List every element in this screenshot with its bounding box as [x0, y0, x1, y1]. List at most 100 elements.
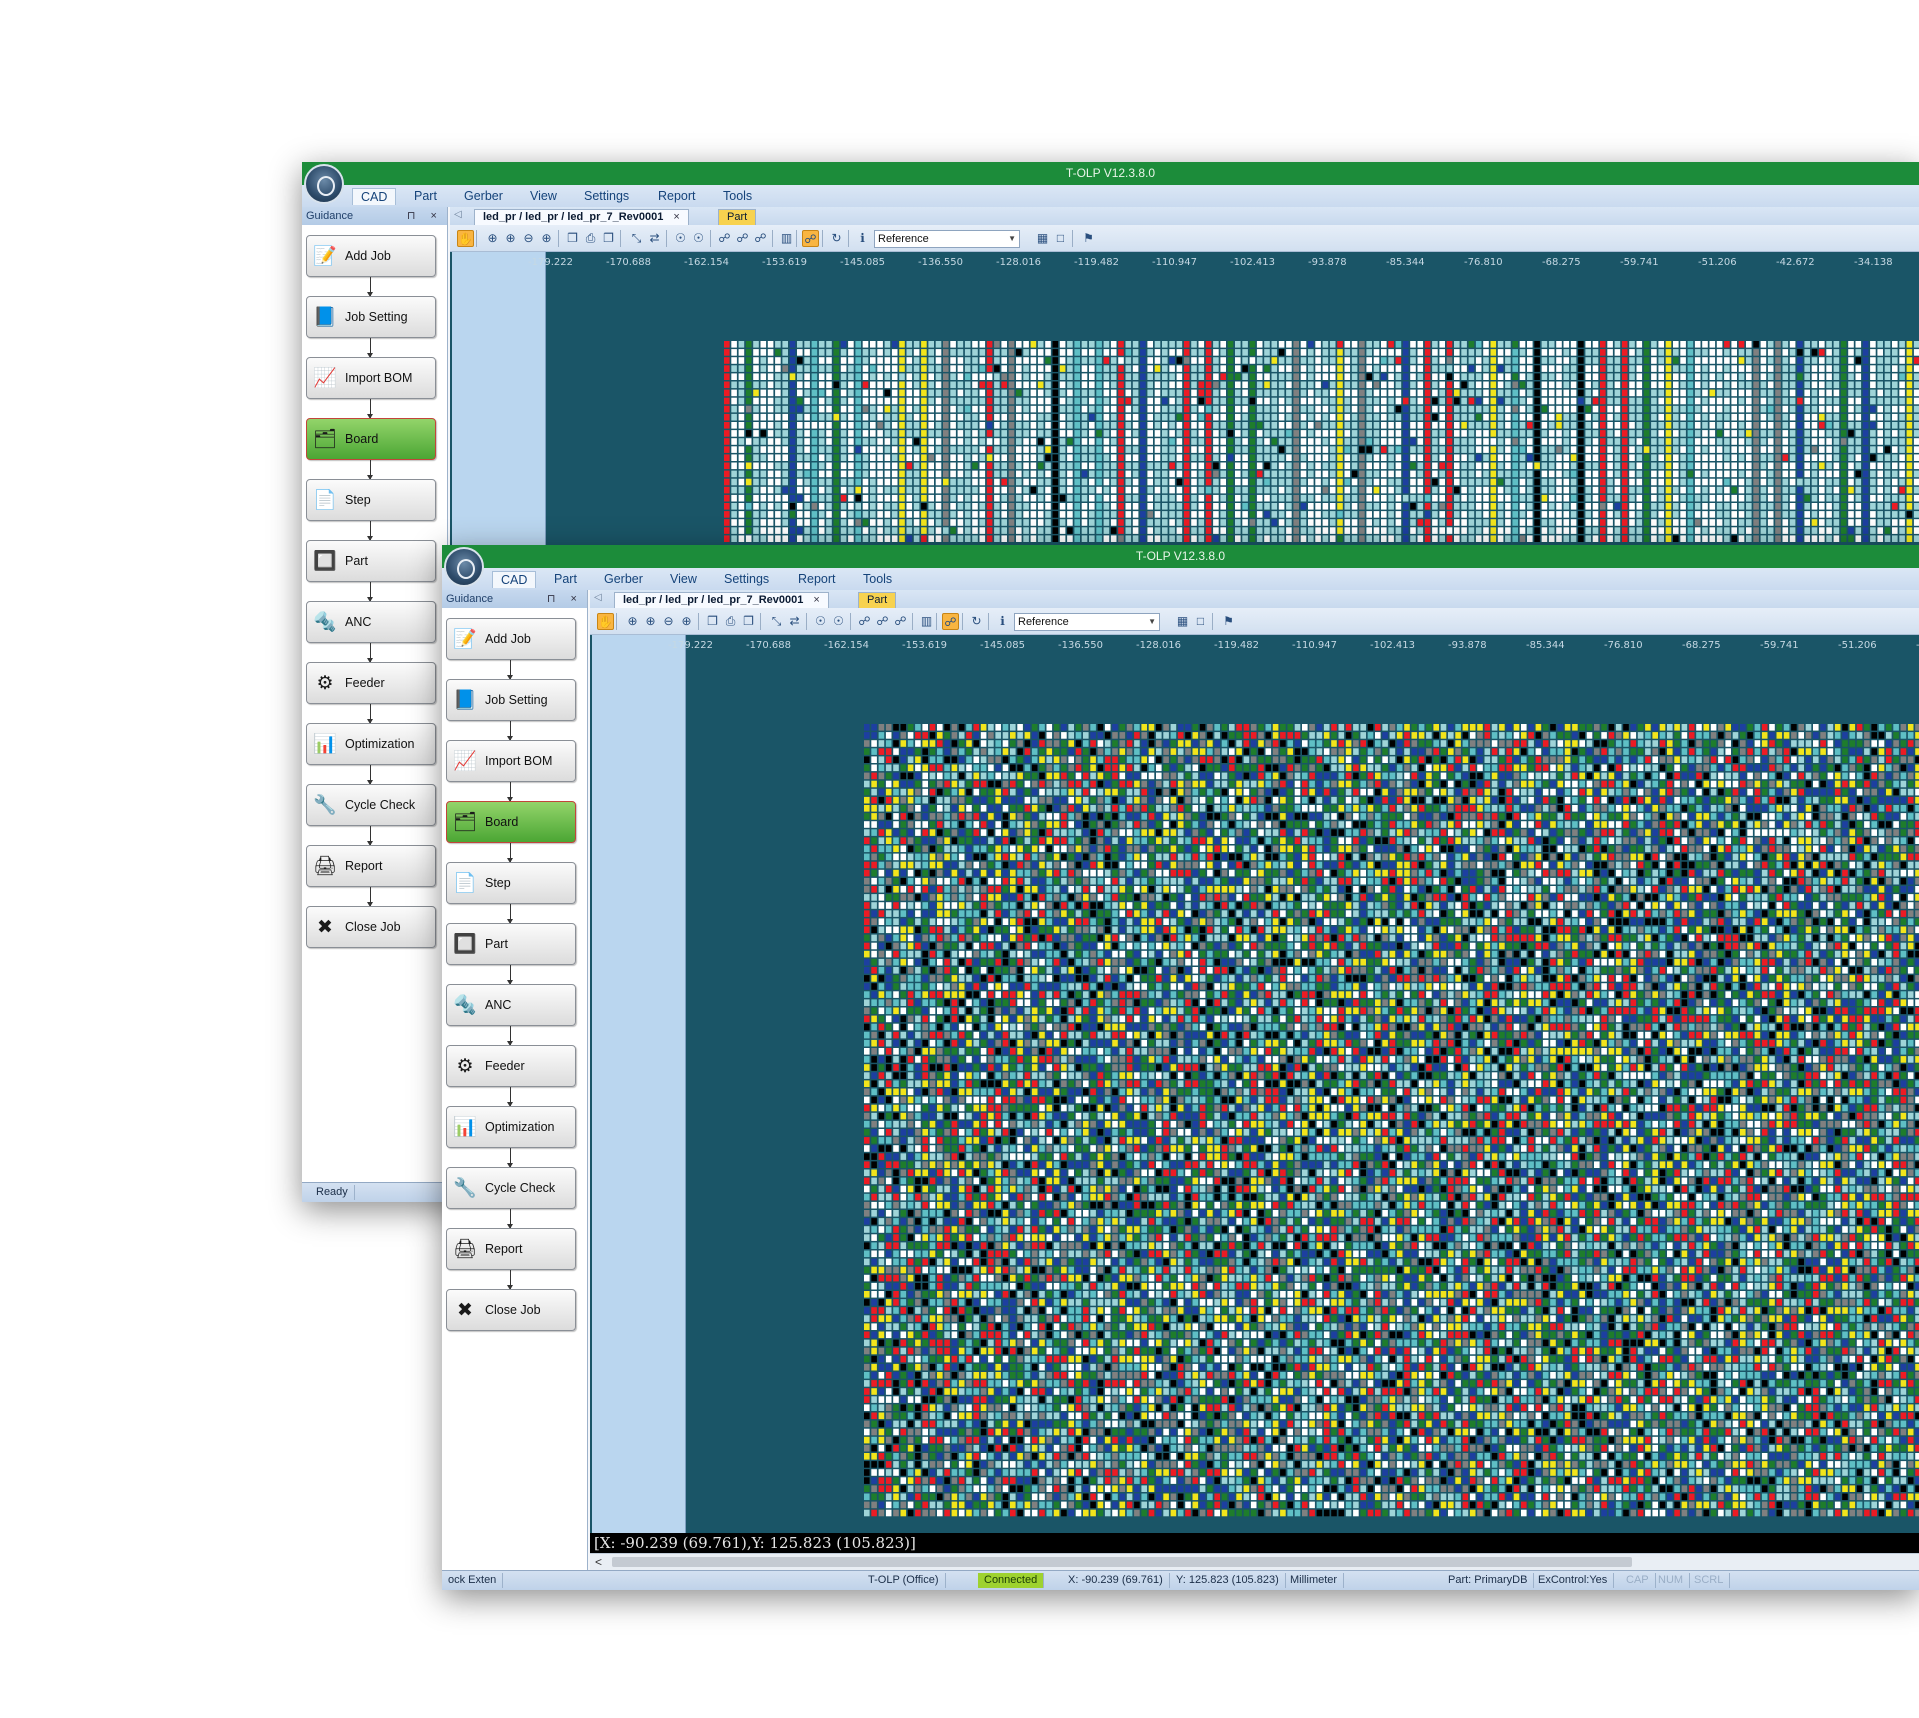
menu-report[interactable]: Report [650, 188, 704, 205]
flag-icon[interactable]: ⚑ [1220, 613, 1237, 630]
board-canvas[interactable]: -179.222 -170.688 -162.154 -153.619 -145.085… [590, 635, 1919, 1533]
step-close-job-button[interactable]: ✖ Close Job [306, 906, 436, 948]
board-pad-grid[interactable] [724, 341, 1919, 551]
info-icon[interactable]: ℹ [994, 613, 1011, 630]
menu-tools[interactable]: Tools [715, 188, 760, 205]
menu-view[interactable]: View [662, 571, 705, 588]
align-icon[interactable]: ⇄ [646, 230, 663, 247]
reference-select[interactable]: Reference ▼ [1014, 613, 1160, 631]
highlight-icon[interactable]: ☍ [942, 613, 959, 630]
menu-settings[interactable]: Settings [576, 188, 637, 205]
menu-tools[interactable]: Tools [855, 571, 900, 588]
align-icon[interactable]: ⇄ [786, 613, 803, 630]
step-anc-button[interactable]: 🔩 ANC [446, 984, 576, 1026]
copy-icon[interactable]: ❐ [704, 613, 721, 630]
menu-part[interactable]: Part [406, 188, 445, 205]
link3-icon[interactable]: ☍ [892, 613, 909, 630]
panel-pin-close-icon[interactable]: ⊓ × [407, 207, 443, 225]
step-import-bom-button[interactable]: 📈 Import BOM [446, 740, 576, 782]
link-icon[interactable]: ☍ [716, 230, 733, 247]
link-icon[interactable]: ☍ [856, 613, 873, 630]
print-icon[interactable]: ⎙ [582, 230, 599, 247]
menu-cad[interactable]: CAD [352, 188, 397, 205]
link2-icon[interactable]: ☍ [874, 613, 891, 630]
menu-part[interactable]: Part [546, 571, 585, 588]
link3-icon[interactable]: ☍ [752, 230, 769, 247]
step-feeder-button[interactable]: ⚙ Feeder [306, 662, 436, 704]
search-icon[interactable]: ☉ [690, 230, 707, 247]
zoom-fit-icon[interactable]: ⊕ [678, 613, 695, 630]
scrollbar-thumb[interactable] [612, 1557, 1632, 1567]
zoom-out-icon[interactable]: ⊖ [520, 230, 537, 247]
step-add-job-button[interactable]: 📝 Add Job [446, 618, 576, 660]
grid-icon[interactable]: ▦ [1174, 613, 1191, 630]
zoom-out-icon[interactable]: ⊖ [660, 613, 677, 630]
grid-icon[interactable]: ▦ [1034, 230, 1051, 247]
move-icon[interactable]: ⤡ [628, 230, 645, 247]
tab-close-icon[interactable]: × [673, 211, 679, 223]
export-icon[interactable]: ❐ [600, 230, 617, 247]
reference-select[interactable]: Reference ▼ [874, 230, 1020, 248]
step-optimization-button[interactable]: 📊 Optimization [446, 1106, 576, 1148]
find-icon[interactable]: ☉ [812, 613, 829, 630]
horizontal-scrollbar[interactable]: < [590, 1553, 1919, 1570]
step-report-button[interactable]: 🖨 Report [446, 1228, 576, 1270]
zoom-window-icon[interactable]: ⊕ [642, 613, 659, 630]
step-step-button[interactable]: 📄 Step [306, 479, 436, 521]
menu-settings[interactable]: Settings [716, 571, 777, 588]
tab-led-pr-document[interactable]: led_pr / led_pr / led_pr_7_Rev0001 × [474, 209, 689, 225]
find-icon[interactable]: ☉ [672, 230, 689, 247]
window-icon[interactable]: □ [1192, 613, 1209, 630]
info-icon[interactable]: ℹ [854, 230, 871, 247]
step-step-button[interactable]: 📄 Step [446, 862, 576, 904]
book-icon[interactable]: ▥ [918, 613, 935, 630]
step-part-button[interactable]: 🔲 Part [306, 540, 436, 582]
copy-icon[interactable]: ❐ [564, 230, 581, 247]
board-pad-grid[interactable] [864, 724, 1919, 1520]
zoom-fit-icon[interactable]: ⊕ [538, 230, 555, 247]
step-anc-button[interactable]: 🔩 ANC [306, 601, 436, 643]
search-icon[interactable]: ☉ [830, 613, 847, 630]
step-job-setting-button[interactable]: 📘 Job Setting [446, 679, 576, 721]
pan-hand-icon[interactable]: ✋ [457, 230, 474, 247]
tab-part[interactable]: Part [718, 209, 757, 225]
zoom-in-icon[interactable]: ⊕ [484, 230, 501, 247]
step-board-button[interactable]: 🗂 Board [446, 801, 576, 843]
panel-pin-close-icon[interactable]: ⊓ × [547, 590, 583, 608]
step-feeder-button[interactable]: ⚙ Feeder [446, 1045, 576, 1087]
pan-hand-icon[interactable]: ✋ [597, 613, 614, 630]
app-menu-orb-icon[interactable] [444, 547, 484, 587]
tab-part[interactable]: Part [858, 592, 897, 608]
step-import-bom-button[interactable]: 📈 Import BOM [306, 357, 436, 399]
rotate-icon[interactable]: ↻ [968, 613, 985, 630]
window-icon[interactable]: □ [1052, 230, 1069, 247]
menu-view[interactable]: View [522, 188, 565, 205]
book-icon[interactable]: ▥ [778, 230, 795, 247]
step-report-button[interactable]: 🖨 Report [306, 845, 436, 887]
highlight-icon[interactable]: ☍ [802, 230, 819, 247]
link2-icon[interactable]: ☍ [734, 230, 751, 247]
menu-gerber[interactable]: Gerber [596, 571, 651, 588]
step-part-button[interactable]: 🔲 Part [446, 923, 576, 965]
rotate-icon[interactable]: ↻ [828, 230, 845, 247]
move-icon[interactable]: ⤡ [768, 613, 785, 630]
scroll-left-icon[interactable]: < [595, 1554, 602, 1570]
step-cycle-check-button[interactable]: 🔧 Cycle Check [306, 784, 436, 826]
tab-scroll-left-icon[interactable]: ◁ [594, 592, 602, 603]
flag-icon[interactable]: ⚑ [1080, 230, 1097, 247]
step-job-setting-button[interactable]: 📘 Job Setting [306, 296, 436, 338]
step-board-button[interactable]: 🗂 Board [306, 418, 436, 460]
tab-led-pr-document[interactable]: led_pr / led_pr / led_pr_7_Rev0001 × [614, 592, 829, 608]
zoom-in-icon[interactable]: ⊕ [624, 613, 641, 630]
zoom-window-icon[interactable]: ⊕ [502, 230, 519, 247]
step-close-job-button[interactable]: ✖ Close Job [446, 1289, 576, 1331]
step-optimization-button[interactable]: 📊 Optimization [306, 723, 436, 765]
print-icon[interactable]: ⎙ [722, 613, 739, 630]
menu-cad[interactable]: CAD [492, 571, 537, 588]
menu-report[interactable]: Report [790, 571, 844, 588]
menu-gerber[interactable]: Gerber [456, 188, 511, 205]
step-cycle-check-button[interactable]: 🔧 Cycle Check [446, 1167, 576, 1209]
tab-close-icon[interactable]: × [813, 594, 819, 606]
tab-scroll-left-icon[interactable]: ◁ [454, 209, 462, 220]
export-icon[interactable]: ❐ [740, 613, 757, 630]
